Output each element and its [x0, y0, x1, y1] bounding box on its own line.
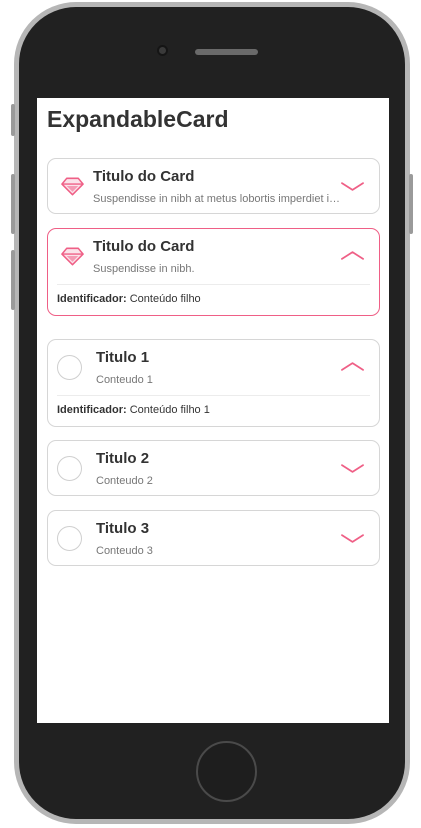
card-subtitle: Suspendisse in nibh. — [93, 263, 195, 275]
card-title: Titulo 1 — [96, 349, 150, 366]
card-header[interactable]: Titulo 2 Conteudo 2 — [48, 441, 379, 496]
card-title: Titulo 3 — [96, 520, 150, 537]
expandable-card-3[interactable]: Titulo 1 Conteudo 1 Identificador: Conte… — [47, 339, 380, 427]
card-body-label: Identificador: — [57, 404, 127, 416]
card-header[interactable]: Titulo do Card Suspendisse in nibh. — [48, 229, 379, 284]
expandable-card-2[interactable]: Titulo do Card Suspendisse in nibh. Iden… — [47, 228, 380, 316]
card-header[interactable]: Titulo 3 Conteudo 3 — [48, 511, 379, 566]
diamond-icon — [60, 246, 85, 266]
volume-up-button — [11, 174, 15, 234]
home-button[interactable] — [196, 741, 257, 802]
card-divider — [57, 284, 370, 285]
card-subtitle: Conteudo 2 — [96, 475, 153, 487]
card-body: Identificador: Conteúdo filho 1 — [57, 404, 210, 416]
chevron-down-icon[interactable] — [340, 531, 365, 545]
expandable-card-5[interactable]: Titulo 3 Conteudo 3 — [47, 510, 380, 566]
chevron-up-icon[interactable] — [340, 249, 365, 263]
diamond-icon — [60, 176, 85, 196]
card-body-value: Conteúdo filho 1 — [129, 404, 210, 416]
card-title: Titulo 2 — [96, 450, 150, 467]
app-screen: ExpandableCard Titulo do Card Suspendiss… — [37, 98, 389, 723]
card-title: Titulo do Card — [93, 238, 195, 255]
earpiece-speaker — [195, 49, 258, 55]
power-button — [409, 174, 413, 234]
circle-icon — [57, 526, 82, 551]
circle-icon — [57, 355, 82, 380]
mute-switch — [11, 104, 15, 136]
circle-icon — [57, 456, 82, 481]
card-body-value: Conteúdo filho — [129, 293, 201, 305]
card-header[interactable]: Titulo do Card Suspendisse in nibh at me… — [48, 159, 379, 214]
expandable-card-1[interactable]: Titulo do Card Suspendisse in nibh at me… — [47, 158, 380, 214]
card-subtitle: Suspendisse in nibh at metus lobortis im… — [93, 193, 341, 205]
expandable-card-4[interactable]: Titulo 2 Conteudo 2 — [47, 440, 380, 496]
chevron-up-icon[interactable] — [340, 360, 365, 374]
front-camera — [157, 45, 168, 56]
card-header[interactable]: Titulo 1 Conteudo 1 — [48, 340, 379, 395]
chevron-down-icon[interactable] — [340, 179, 365, 193]
card-subtitle: Conteudo 1 — [96, 374, 153, 386]
card-subtitle: Conteudo 3 — [96, 545, 153, 557]
card-title: Titulo do Card — [93, 168, 195, 185]
card-body-label: Identificador: — [57, 293, 127, 305]
volume-down-button — [11, 250, 15, 310]
card-body: Identificador: Conteúdo filho — [57, 293, 201, 305]
card-divider — [57, 395, 370, 396]
chevron-down-icon[interactable] — [340, 461, 365, 475]
page-title: ExpandableCard — [47, 106, 229, 132]
